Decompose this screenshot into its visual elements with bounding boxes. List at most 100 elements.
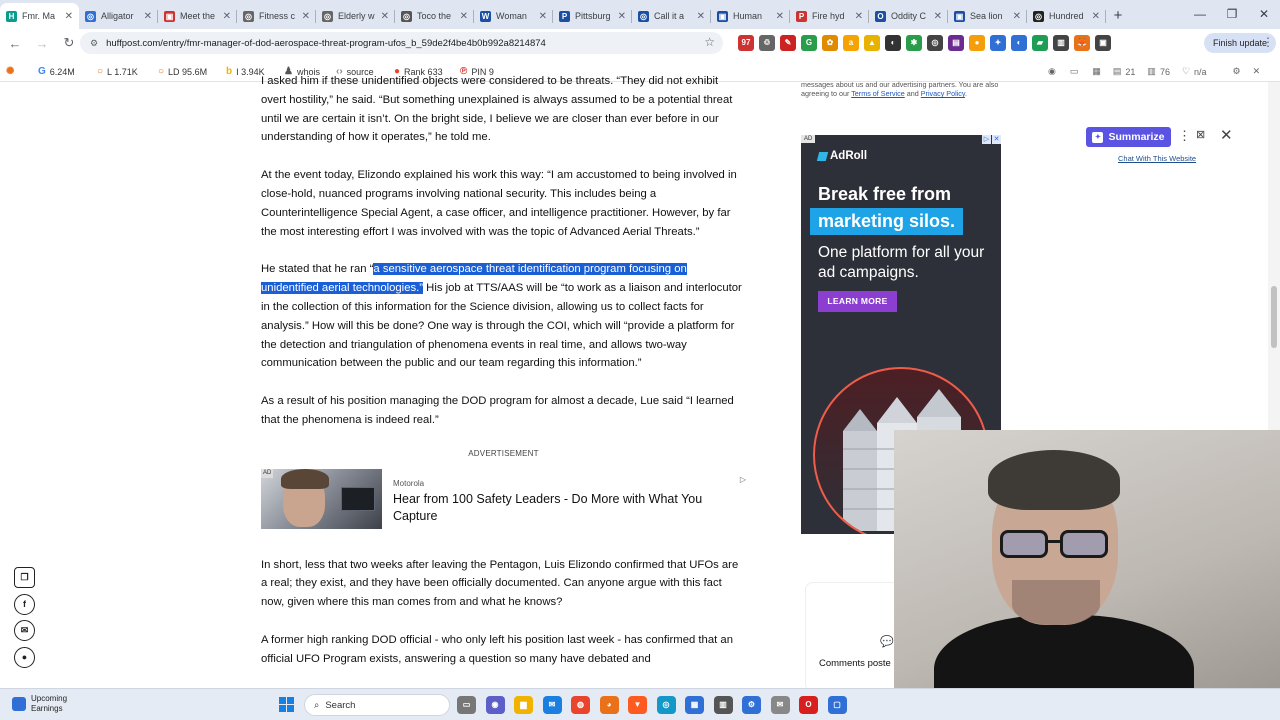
browser-tab[interactable]: H Fmr. Ma ✕: [0, 3, 79, 29]
taskbar-app-icon[interactable]: ▭: [457, 696, 476, 714]
ad-choices[interactable]: ▷ ✕: [982, 135, 1001, 144]
browser-tab[interactable]: ▣ Sea lion ✕: [948, 3, 1027, 29]
tab-close-icon[interactable]: ✕: [776, 11, 784, 22]
tab-close-icon[interactable]: ✕: [223, 11, 231, 22]
browser-tab[interactable]: ◎ Hundred ✕: [1027, 3, 1106, 29]
extension-icon[interactable]: ✎: [780, 35, 796, 51]
learn-more-button[interactable]: LEARN MORE: [818, 291, 897, 312]
seo-google-index[interactable]: G 6.24M: [38, 66, 75, 77]
extension-icon[interactable]: 🦊: [1074, 35, 1090, 51]
extension-icon[interactable]: ◐: [1011, 35, 1027, 51]
taskbar-app-icon[interactable]: ✉: [770, 696, 790, 714]
adchoices-icon[interactable]: ▷: [740, 471, 746, 490]
taskbar-app-icon[interactable]: ◎: [656, 696, 676, 714]
restore-icon[interactable]: ❐: [1216, 0, 1248, 29]
tab-close-icon[interactable]: ✕: [144, 11, 152, 22]
taskbar-app-icon[interactable]: ◉: [485, 696, 505, 714]
address-bar[interactable]: ⚙ huffpost.com/entry/fmr-manager-of-dod-…: [80, 32, 723, 54]
tab-close-icon[interactable]: ✕: [381, 11, 389, 22]
extension-icon[interactable]: ▥: [1053, 35, 1069, 51]
seo-google[interactable]: ✺: [6, 66, 14, 77]
privacy-policy-link[interactable]: Privacy Policy: [921, 89, 965, 98]
extension-icon[interactable]: ▰: [1032, 35, 1048, 51]
window-close-icon[interactable]: ✕: [1248, 0, 1280, 29]
browser-tab[interactable]: O Oddity C ✕: [869, 3, 948, 29]
start-button[interactable]: [279, 697, 294, 712]
extension-icon[interactable]: ◐: [885, 35, 901, 51]
browser-tab[interactable]: ◎ Call it a ✕: [632, 3, 711, 29]
diagnosis-icon[interactable]: ▥: [1147, 66, 1156, 77]
taskbar-app-icon[interactable]: ◍: [571, 696, 590, 714]
taskbar-app-icon[interactable]: ▥: [713, 696, 733, 714]
summarize-menu-icon[interactable]: ⋮: [1178, 128, 1191, 144]
extension-icon[interactable]: ♲: [759, 35, 775, 51]
promo-image[interactable]: AD: [261, 468, 382, 529]
comment-icon[interactable]: ●: [14, 646, 35, 668]
adchoices-icon[interactable]: ▷: [982, 135, 991, 144]
info-icon[interactable]: ◉: [1048, 66, 1056, 77]
taskbar-app-icon[interactable]: ▦: [685, 696, 704, 714]
tab-close-icon[interactable]: ✕: [934, 11, 942, 22]
tab-close-icon[interactable]: ✕: [697, 11, 705, 22]
widgets-button[interactable]: Upcoming Earnings: [12, 694, 67, 714]
browser-tab[interactable]: ▣ Meet the ✕: [158, 3, 237, 29]
extension-icon[interactable]: G: [801, 35, 817, 51]
browser-tab[interactable]: ◎ Fitness c ✕: [237, 3, 316, 29]
taskbar-app-icon[interactable]: ▼: [628, 696, 647, 714]
tab-close-icon[interactable]: ✕: [65, 11, 73, 22]
browser-tab[interactable]: ◎ Alligator ✕: [79, 3, 158, 29]
extension-icon[interactable]: ▣: [1095, 35, 1111, 51]
tab-close-icon[interactable]: ✕: [460, 11, 468, 22]
taskbar-app-icon[interactable]: O: [799, 696, 818, 714]
seo-links[interactable]: ○ L 1.71K: [97, 66, 138, 77]
hide-widget-icon[interactable]: ⊠: [1196, 128, 1205, 141]
tab-close-icon[interactable]: ✕: [539, 11, 547, 22]
extension-icon[interactable]: ▲: [864, 35, 880, 51]
extension-icon[interactable]: ●: [969, 35, 985, 51]
chart-icon[interactable]: ▦: [1092, 66, 1101, 77]
summarize-button[interactable]: ✦ Summarize: [1086, 127, 1171, 147]
comments-widget[interactable]: 💬 Comments poste: [805, 582, 900, 692]
social-icon[interactable]: ♡: [1182, 66, 1190, 77]
extension-icon[interactable]: ◎: [927, 35, 943, 51]
taskbar-app-icon[interactable]: ⚙: [742, 696, 761, 714]
extension-icon[interactable]: a: [843, 35, 859, 51]
site-info-icon[interactable]: ⚙: [90, 38, 98, 49]
extension-icon[interactable]: 97: [738, 35, 754, 51]
reload-icon[interactable]: ↻: [57, 35, 81, 51]
extension-icon[interactable]: ✱: [906, 35, 922, 51]
tab-close-icon[interactable]: ✕: [302, 11, 310, 22]
minimize-icon[interactable]: —: [1184, 0, 1216, 29]
taskbar-app-icon[interactable]: ▢: [827, 696, 847, 714]
tab-close-icon[interactable]: ✕: [1092, 11, 1100, 22]
extension-icon[interactable]: ✿: [822, 35, 838, 51]
tab-close-icon[interactable]: ✕: [855, 11, 863, 22]
ad-close-icon[interactable]: ✕: [992, 135, 1001, 144]
tab-close-icon[interactable]: ✕: [1013, 11, 1021, 22]
browser-tab[interactable]: W Woman ✕: [474, 3, 553, 29]
taskbar-search[interactable]: ⌕ Search: [304, 694, 450, 716]
page-icon[interactable]: ▭: [1070, 66, 1079, 77]
browser-tab[interactable]: ◎ Elderly w ✕: [316, 3, 395, 29]
browser-tab[interactable]: P Fire hyd ✕: [790, 3, 869, 29]
seo-index[interactable]: b I 3.94K: [226, 66, 265, 77]
browser-tab[interactable]: ◎ Toco the ✕: [395, 3, 474, 29]
scrollbar-thumb[interactable]: [1271, 286, 1277, 348]
density-icon[interactable]: ▤: [1113, 66, 1122, 77]
bookmark-star-icon[interactable]: ☆: [704, 35, 715, 49]
taskbar-app-icon[interactable]: ◕: [599, 696, 619, 714]
summarize-close-icon[interactable]: ✕: [1220, 126, 1233, 144]
terms-of-service-link[interactable]: Terms of Service: [851, 89, 905, 98]
promo-title[interactable]: Hear from 100 Safety Leaders - Do More w…: [393, 491, 748, 525]
back-icon[interactable]: ←: [3, 36, 27, 51]
tab-close-icon[interactable]: ✕: [618, 11, 626, 22]
browser-tab[interactable]: P Pittsburg ✕: [553, 3, 632, 29]
forward-icon[interactable]: →: [30, 36, 54, 51]
browser-tab[interactable]: ▣ Human ✕: [711, 3, 790, 29]
extension-icon[interactable]: ✦: [990, 35, 1006, 51]
sponsored-promo[interactable]: AD Motorola Hear from 100 Safety Leaders…: [261, 468, 748, 529]
taskbar-app-icon[interactable]: ▆: [514, 696, 533, 714]
browser-menu-icon[interactable]: ⋮: [1262, 35, 1274, 49]
bookmark-icon[interactable]: ❐: [14, 567, 35, 588]
chat-with-website-link[interactable]: Chat With This Website: [1118, 154, 1196, 163]
